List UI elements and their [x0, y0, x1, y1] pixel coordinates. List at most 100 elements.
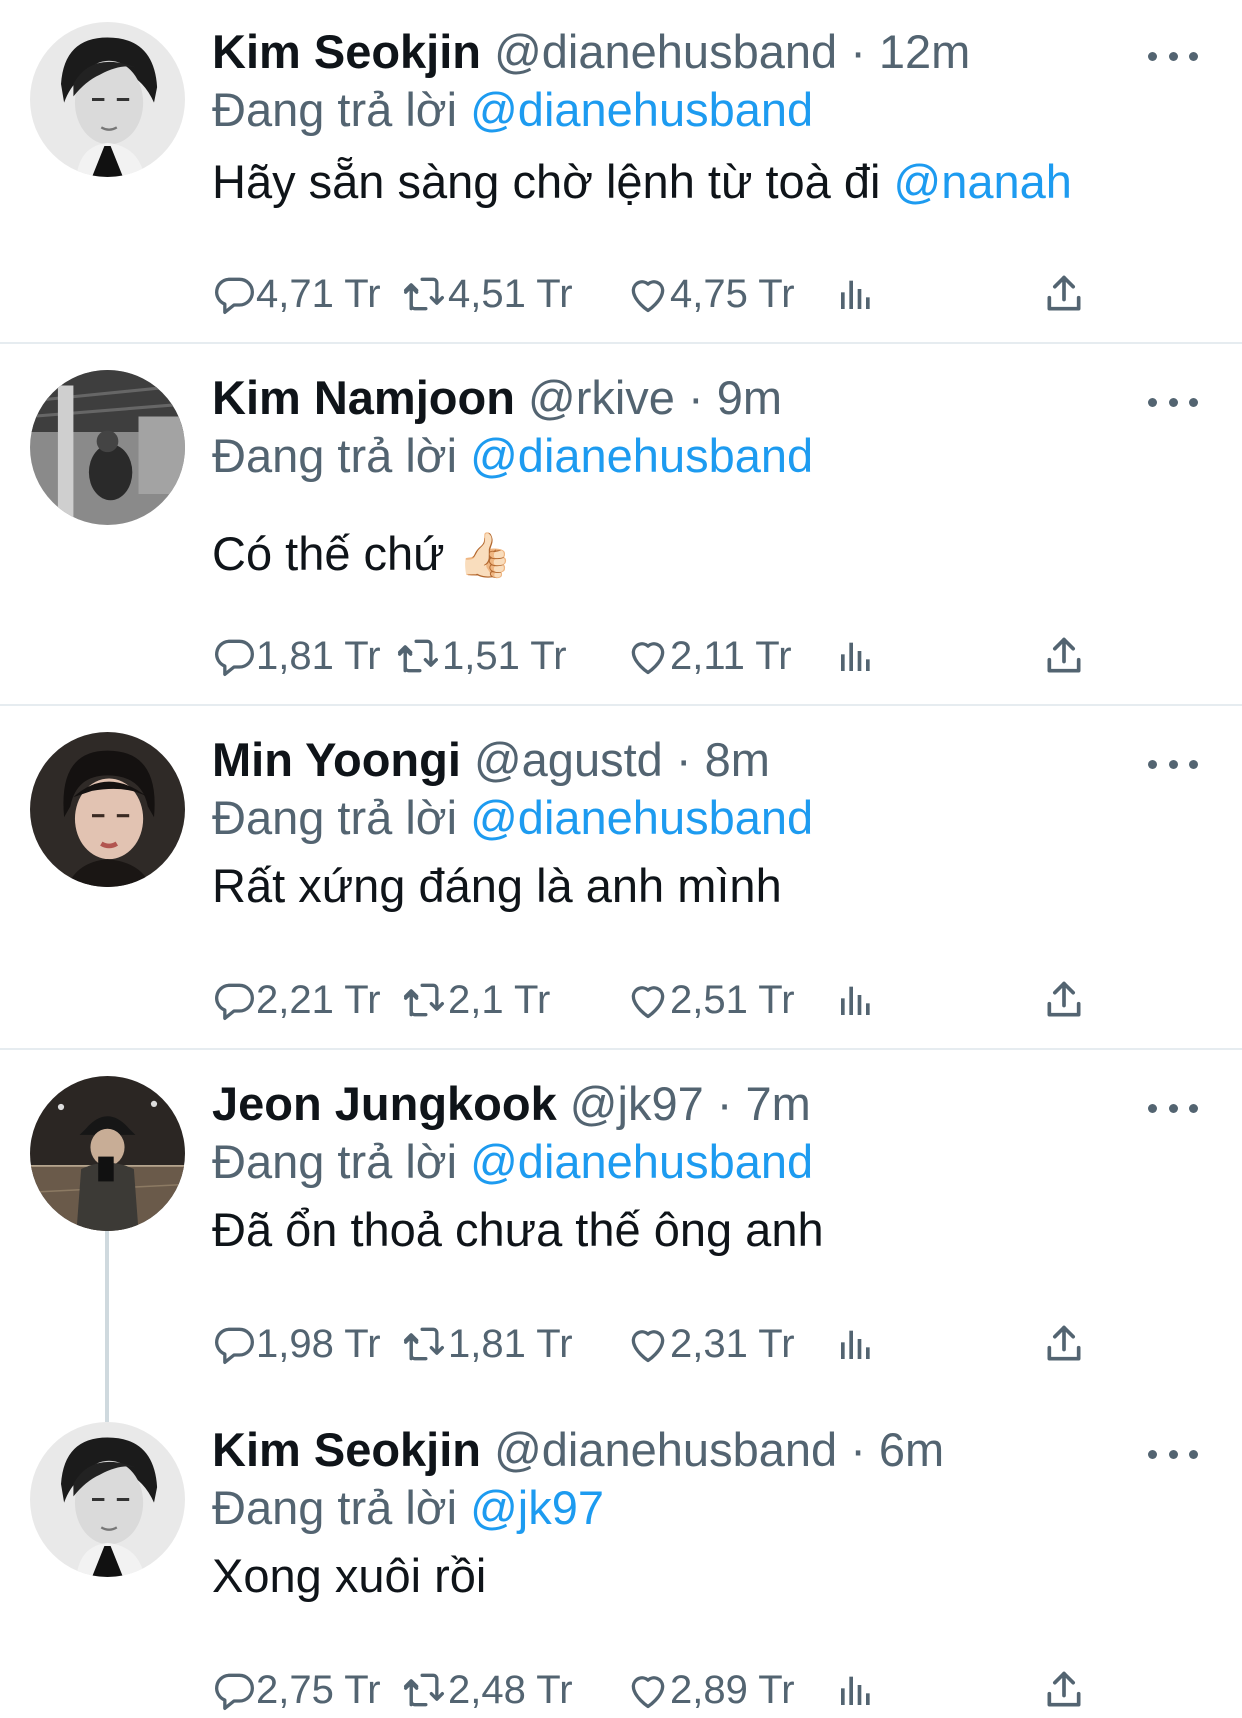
retweet-icon: [400, 978, 448, 1022]
heart-icon: [626, 1322, 670, 1366]
more-options-icon[interactable]: [1148, 46, 1198, 66]
like-button[interactable]: 2,11 Tr: [626, 628, 792, 684]
retweet-count: 4,51 Tr: [448, 271, 573, 316]
share-icon: [1042, 272, 1086, 316]
retweet-count: 1,81 Tr: [448, 1321, 573, 1366]
like-count: 2,31 Tr: [670, 1321, 795, 1366]
replying-mention-link[interactable]: @dianehusband: [470, 83, 813, 136]
timestamp[interactable]: 9m: [717, 371, 782, 424]
reply-button[interactable]: 1,98 Tr: [212, 1316, 381, 1372]
retweet-count: 2,1 Tr: [448, 977, 551, 1022]
like-count: 2,89 Tr: [670, 1667, 795, 1712]
share-button[interactable]: [1042, 266, 1086, 322]
like-button[interactable]: 4,75 Tr: [626, 266, 795, 322]
username[interactable]: @dianehusband: [494, 1423, 837, 1476]
like-count: 4,75 Tr: [670, 271, 795, 316]
tweet-text-content: Xong xuôi rồi: [212, 1549, 487, 1602]
reply-button[interactable]: 1,81 Tr: [212, 628, 381, 684]
reply-icon: [212, 272, 256, 316]
tweet-header: Jeon Jungkook @jk97 · 7m: [212, 1076, 811, 1132]
username[interactable]: @dianehusband: [494, 25, 837, 78]
tweet-header: Kim Namjoon @rkive · 9m: [212, 370, 782, 426]
replying-mention-link[interactable]: @dianehusband: [470, 1135, 813, 1188]
avatar[interactable]: [30, 370, 185, 525]
reply-count: 1,81 Tr: [256, 633, 381, 678]
like-button[interactable]: 2,51 Tr: [626, 972, 795, 1028]
heart-icon: [626, 1668, 670, 1712]
tweet[interactable]: Kim Seokjin @dianehusband · 12m Đang trả…: [0, 0, 1242, 342]
avatar[interactable]: [30, 1076, 185, 1231]
share-button[interactable]: [1042, 1316, 1086, 1372]
username[interactable]: @jk97: [570, 1077, 704, 1130]
timestamp[interactable]: 7m: [746, 1077, 811, 1130]
retweet-button[interactable]: 2,1 Tr: [400, 972, 550, 1028]
share-button[interactable]: [1042, 628, 1086, 684]
tweet-text-content: Hãy sẵn sàng chờ lệnh từ toà đi: [212, 155, 881, 208]
username[interactable]: @agustd: [474, 733, 663, 786]
timestamp[interactable]: 6m: [879, 1423, 944, 1476]
views-button[interactable]: [836, 1662, 876, 1718]
share-button[interactable]: [1042, 972, 1086, 1028]
retweet-count: 1,51 Tr: [442, 633, 567, 678]
display-name[interactable]: Jeon Jungkook: [212, 1077, 557, 1130]
replying-mention-link[interactable]: @dianehusband: [470, 791, 813, 844]
like-button[interactable]: 2,89 Tr: [626, 1662, 795, 1718]
replying-to: Đang trả lời @dianehusband: [212, 428, 813, 484]
share-button[interactable]: [1042, 1662, 1086, 1718]
reply-count: 2,75 Tr: [256, 1667, 381, 1712]
retweet-button[interactable]: 2,48 Tr: [400, 1662, 573, 1718]
analytics-icon: [836, 1324, 876, 1364]
tweet-divider: [0, 342, 1242, 344]
tweet-header: Min Yoongi @agustd · 8m: [212, 732, 770, 788]
avatar[interactable]: [30, 22, 185, 177]
tweet-text-content: Có thế chứ: [212, 527, 445, 580]
timestamp[interactable]: 8m: [705, 733, 770, 786]
share-icon: [1042, 1668, 1086, 1712]
more-options-icon[interactable]: [1148, 1444, 1198, 1464]
more-options-icon[interactable]: [1148, 1098, 1198, 1118]
views-button[interactable]: [836, 972, 876, 1028]
share-icon: [1042, 978, 1086, 1022]
avatar[interactable]: [30, 732, 185, 887]
tweet-mention-link[interactable]: @nanah: [894, 155, 1072, 208]
tweet[interactable]: Jeon Jungkook @jk97 · 7m Đang trả lời @d…: [0, 1052, 1242, 1412]
display-name[interactable]: Kim Seokjin: [212, 1423, 481, 1476]
display-name[interactable]: Min Yoongi: [212, 733, 461, 786]
tweet-header: Kim Seokjin @dianehusband · 6m: [212, 1422, 944, 1478]
reply-button[interactable]: 2,75 Tr: [212, 1662, 381, 1718]
heart-icon: [626, 272, 670, 316]
tweet[interactable]: Kim Namjoon @rkive · 9m Đang trả lời @di…: [0, 346, 1242, 704]
reply-button[interactable]: 4,71 Tr: [212, 266, 381, 322]
tweet-text-content: Đã ổn thoả chưa thế ông anh: [212, 1203, 824, 1256]
retweet-icon: [400, 272, 448, 316]
username[interactable]: @rkive: [528, 371, 675, 424]
replying-to: Đang trả lời @dianehusband: [212, 82, 813, 138]
views-button[interactable]: [836, 628, 876, 684]
display-name[interactable]: Kim Seokjin: [212, 25, 481, 78]
timestamp[interactable]: 12m: [879, 25, 970, 78]
display-name[interactable]: Kim Namjoon: [212, 371, 515, 424]
avatar[interactable]: [30, 1422, 185, 1577]
tweet[interactable]: Kim Seokjin @dianehusband · 6m Đang trả …: [0, 1398, 1242, 1718]
tweet-divider: [0, 1048, 1242, 1050]
replying-mention-link[interactable]: @dianehusband: [470, 429, 813, 482]
reply-count: 1,98 Tr: [256, 1321, 381, 1366]
reply-button[interactable]: 2,21 Tr: [212, 972, 381, 1028]
more-options-icon[interactable]: [1148, 392, 1198, 412]
retweet-button[interactable]: 4,51 Tr: [400, 266, 573, 322]
retweet-button[interactable]: 1,51 Tr: [394, 628, 567, 684]
like-count: 2,11 Tr: [670, 633, 792, 678]
tweet-actions: 2,75 Tr 2,48 Tr 2,89 Tr: [212, 1662, 1112, 1718]
avatar-image: [30, 22, 185, 177]
views-button[interactable]: [836, 1316, 876, 1372]
replying-label: Đang trả lời: [212, 1481, 458, 1534]
tweet[interactable]: Min Yoongi @agustd · 8m Đang trả lời @di…: [0, 708, 1242, 1048]
replying-mention-link[interactable]: @jk97: [470, 1481, 604, 1534]
retweet-button[interactable]: 1,81 Tr: [400, 1316, 573, 1372]
like-count: 2,51 Tr: [670, 977, 795, 1022]
tweet-actions: 4,71 Tr 4,51 Tr 4,75 Tr: [212, 266, 1112, 322]
like-button[interactable]: 2,31 Tr: [626, 1316, 795, 1372]
views-button[interactable]: [836, 266, 876, 322]
more-options-icon[interactable]: [1148, 754, 1198, 774]
tweet-actions: 2,21 Tr 2,1 Tr 2,51 Tr: [212, 972, 1112, 1028]
